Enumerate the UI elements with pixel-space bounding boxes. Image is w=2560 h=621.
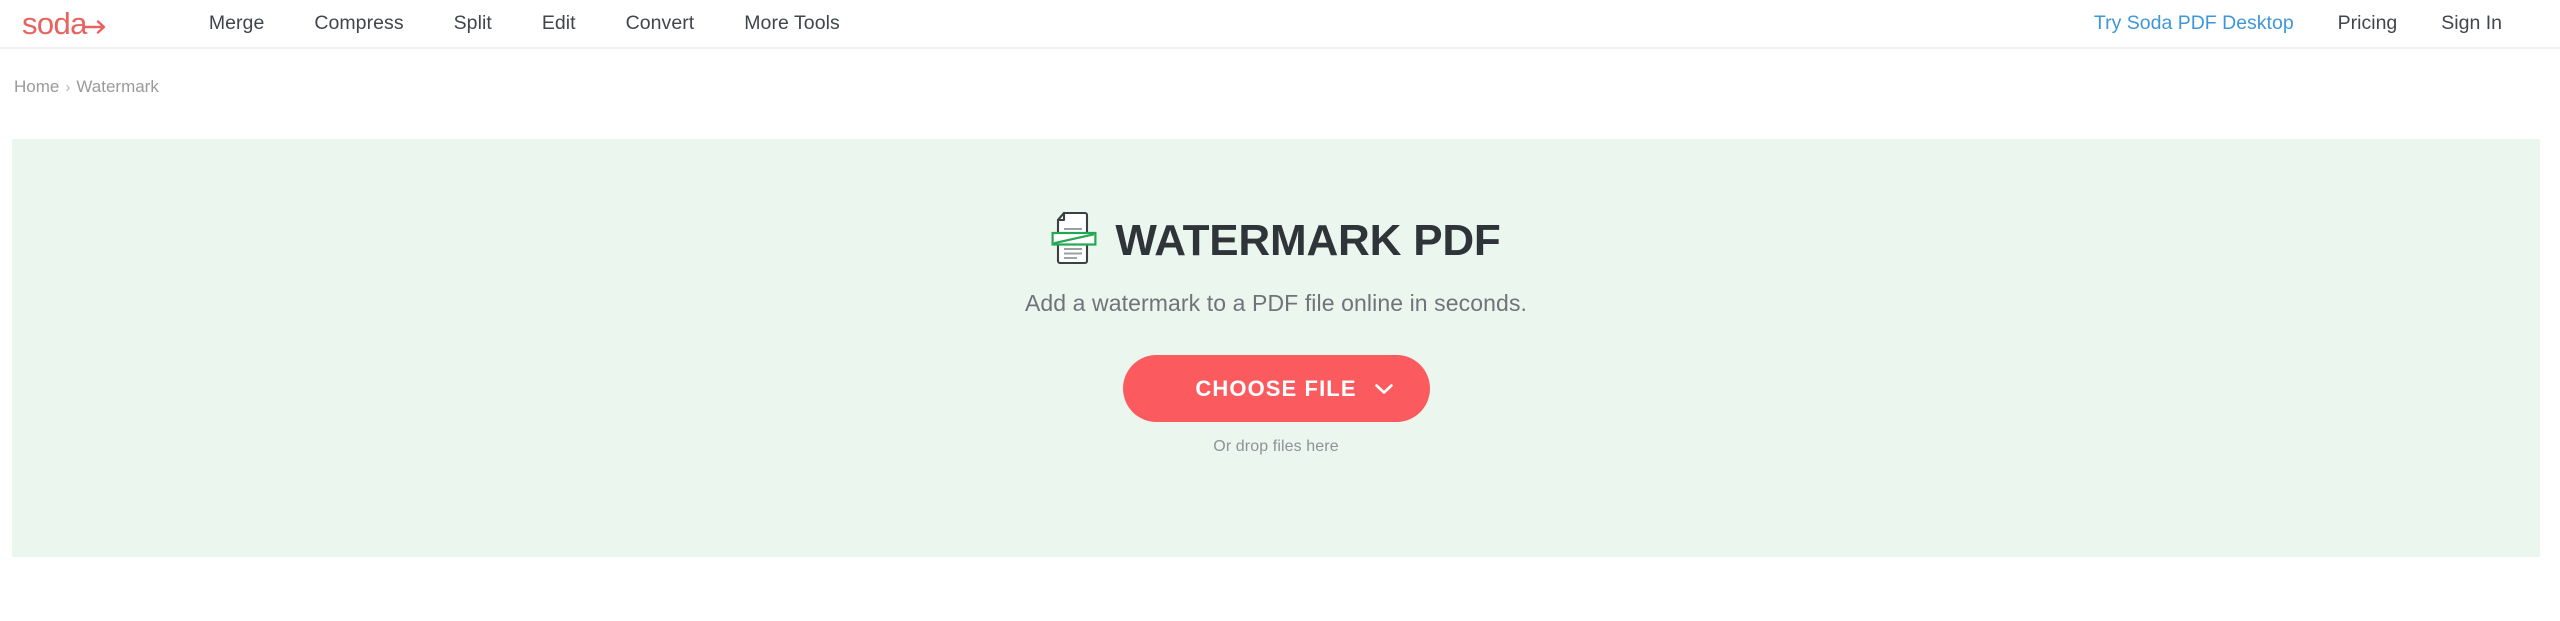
breadcrumb-separator-icon: › bbox=[65, 78, 71, 96]
chevron-down-icon[interactable] bbox=[1374, 382, 1394, 395]
drop-files-hint: Or drop files here bbox=[1213, 438, 1339, 455]
sign-in-link[interactable]: Sign In bbox=[2419, 2, 2524, 45]
nav-item-split[interactable]: Split bbox=[429, 2, 517, 45]
file-drop-zone[interactable]: WATERMARK PDF Add a watermark to a PDF f… bbox=[12, 139, 2540, 557]
nav-item-pricing[interactable]: Pricing bbox=[2316, 2, 2420, 45]
page-title: WATERMARK PDF bbox=[1115, 215, 1501, 265]
breadcrumb: Home › Watermark bbox=[0, 49, 2560, 99]
arrow-right-icon bbox=[83, 18, 110, 34]
breadcrumb-item-current: Watermark bbox=[76, 77, 159, 96]
hero-title-row: WATERMARK PDF bbox=[1051, 211, 1501, 270]
nav-item-convert[interactable]: Convert bbox=[601, 2, 720, 45]
secondary-navigation: Try Soda PDF Desktop Pricing Sign In bbox=[2072, 2, 2524, 45]
soda-pdf-logo[interactable]: soda bbox=[18, 6, 114, 41]
nav-item-compress[interactable]: Compress bbox=[289, 2, 428, 45]
logo-text: soda bbox=[22, 6, 87, 41]
choose-file-button[interactable]: CHOOSE FILE bbox=[1122, 355, 1430, 422]
primary-navigation: Merge Compress Split Edit Convert More T… bbox=[184, 2, 865, 45]
nav-item-merge[interactable]: Merge bbox=[184, 2, 290, 45]
nav-item-edit[interactable]: Edit bbox=[517, 2, 601, 45]
choose-file-label: CHOOSE FILE bbox=[1195, 375, 1357, 401]
try-soda-pdf-desktop-link[interactable]: Try Soda PDF Desktop bbox=[2072, 2, 2316, 45]
watermark-document-icon bbox=[1051, 211, 1097, 270]
hero-section-wrapper: WATERMARK PDF Add a watermark to a PDF f… bbox=[0, 139, 2560, 557]
page-subtitle: Add a watermark to a PDF file online in … bbox=[1024, 290, 1528, 316]
breadcrumb-item-home[interactable]: Home bbox=[14, 77, 59, 97]
site-header: soda Merge Compress Split Edit Convert M… bbox=[0, 0, 2560, 49]
nav-item-more-tools[interactable]: More Tools bbox=[719, 2, 865, 45]
